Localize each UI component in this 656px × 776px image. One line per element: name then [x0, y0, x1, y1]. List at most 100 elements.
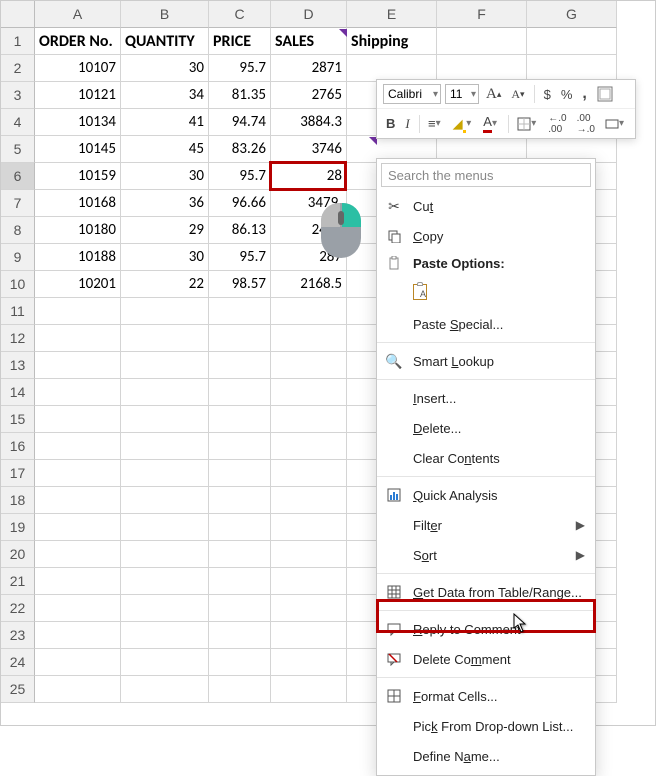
cell-d8[interactable]: 2497 — [271, 217, 347, 244]
cell-empty[interactable] — [35, 433, 121, 460]
cell-empty[interactable] — [209, 352, 271, 379]
font-color-button[interactable]: A▾ — [480, 112, 502, 135]
cell-a1[interactable]: ORDER No. — [35, 28, 121, 55]
cell-c10[interactable]: 98.57 — [209, 271, 271, 298]
cell-a4[interactable]: 10134 — [35, 109, 121, 136]
cell-empty[interactable] — [35, 676, 121, 703]
cell-c5[interactable]: 83.26 — [209, 136, 271, 163]
decrease-font-button[interactable]: A▾ — [508, 85, 527, 104]
cell-empty[interactable] — [35, 541, 121, 568]
row-header-7[interactable]: 7 — [1, 190, 35, 217]
col-header-g[interactable]: G — [527, 1, 617, 28]
cell-empty[interactable] — [121, 460, 209, 487]
get-data-item[interactable]: Get Data from Table/Range... — [377, 577, 595, 607]
cell-b3[interactable]: 34 — [121, 82, 209, 109]
cell-c1[interactable]: PRICE — [209, 28, 271, 55]
row-header-18[interactable]: 18 — [1, 487, 35, 514]
col-header-d[interactable]: D — [271, 1, 347, 28]
row-header-16[interactable]: 16 — [1, 433, 35, 460]
font-name-select[interactable]: Calibri▾ — [383, 84, 441, 104]
cell-d6[interactable]: 28 — [271, 163, 347, 190]
cell-d4[interactable]: 3884.3 — [271, 109, 347, 136]
cell-a3[interactable]: 10121 — [35, 82, 121, 109]
border-button[interactable]: ▾ — [514, 115, 541, 133]
cell-d2[interactable]: 2871 — [271, 55, 347, 82]
cell-empty[interactable] — [209, 514, 271, 541]
cell-b10[interactable]: 22 — [121, 271, 209, 298]
row-header-19[interactable]: 19 — [1, 514, 35, 541]
font-size-select[interactable]: 11▾ — [445, 84, 479, 104]
cell-e1[interactable]: Shipping — [347, 28, 437, 55]
cell-empty[interactable] — [271, 568, 347, 595]
cell-b1[interactable]: QUANTITY — [121, 28, 209, 55]
col-header-c[interactable]: C — [209, 1, 271, 28]
menu-search-input[interactable]: Search the menus — [381, 163, 591, 187]
cell-empty[interactable] — [209, 595, 271, 622]
cell-c6[interactable]: 95.7 — [209, 163, 271, 190]
cell-empty[interactable] — [271, 406, 347, 433]
percent-format-button[interactable]: % — [558, 85, 576, 104]
row-header-1[interactable]: 1 — [1, 28, 35, 55]
cell-empty[interactable] — [209, 325, 271, 352]
cell-empty[interactable] — [271, 514, 347, 541]
cell-empty[interactable] — [121, 514, 209, 541]
cell-empty[interactable] — [35, 352, 121, 379]
cell-empty[interactable] — [271, 352, 347, 379]
cell-a2[interactable]: 10107 — [35, 55, 121, 82]
copy-item[interactable]: Copy — [377, 221, 595, 251]
cell-c7[interactable]: 96.66 — [209, 190, 271, 217]
cell-empty[interactable] — [121, 379, 209, 406]
cell-b9[interactable]: 30 — [121, 244, 209, 271]
cell-empty[interactable] — [121, 352, 209, 379]
cell-empty[interactable] — [271, 433, 347, 460]
select-all-corner[interactable] — [1, 1, 35, 28]
row-header-14[interactable]: 14 — [1, 379, 35, 406]
cell-d9[interactable]: 287 — [271, 244, 347, 271]
row-header-17[interactable]: 17 — [1, 460, 35, 487]
cell-empty[interactable] — [121, 541, 209, 568]
paste-option-keep-source[interactable]: A — [377, 275, 595, 309]
cell-empty[interactable] — [209, 676, 271, 703]
bold-button[interactable]: B — [383, 114, 398, 133]
row-header-8[interactable]: 8 — [1, 217, 35, 244]
cell-empty[interactable] — [35, 325, 121, 352]
col-header-b[interactable]: B — [121, 1, 209, 28]
cell-c4[interactable]: 94.74 — [209, 109, 271, 136]
cell-a9[interactable]: 10188 — [35, 244, 121, 271]
row-header-10[interactable]: 10 — [1, 271, 35, 298]
col-header-e[interactable]: E — [347, 1, 437, 28]
cell-c3[interactable]: 81.35 — [209, 82, 271, 109]
cell-empty[interactable] — [209, 433, 271, 460]
format-painter-button[interactable] — [594, 84, 616, 104]
cell-a8[interactable]: 10180 — [35, 217, 121, 244]
cell-b7[interactable]: 36 — [121, 190, 209, 217]
filter-item[interactable]: Filter▶ — [377, 510, 595, 540]
row-header-4[interactable]: 4 — [1, 109, 35, 136]
delete-comment-item[interactable]: Delete Comment — [377, 644, 595, 674]
row-header-24[interactable]: 24 — [1, 649, 35, 676]
define-name-item[interactable]: Define Name... — [377, 741, 595, 771]
cell-empty[interactable] — [35, 649, 121, 676]
cell-empty[interactable] — [35, 514, 121, 541]
cell-d7[interactable]: 3479. — [271, 190, 347, 217]
italic-button[interactable]: I — [402, 114, 412, 134]
cell-b2[interactable]: 30 — [121, 55, 209, 82]
cell-empty[interactable] — [121, 676, 209, 703]
row-header-20[interactable]: 20 — [1, 541, 35, 568]
cell-empty[interactable] — [121, 568, 209, 595]
cell-empty[interactable] — [209, 460, 271, 487]
cell-empty[interactable] — [121, 649, 209, 676]
increase-decimal-button[interactable]: ←.0.00 — [545, 111, 569, 137]
increase-font-button[interactable]: A▴ — [483, 84, 504, 105]
reply-comment-item[interactable]: Reply to Comment — [377, 614, 595, 644]
cell-g2[interactable] — [527, 55, 617, 82]
comma-format-button[interactable]: , — [579, 83, 589, 105]
cell-empty[interactable] — [35, 568, 121, 595]
col-header-a[interactable]: A — [35, 1, 121, 28]
cell-c9[interactable]: 95.7 — [209, 244, 271, 271]
cell-empty[interactable] — [121, 406, 209, 433]
cell-e2[interactable] — [347, 55, 437, 82]
cell-empty[interactable] — [271, 676, 347, 703]
cell-empty[interactable] — [271, 298, 347, 325]
cell-empty[interactable] — [121, 487, 209, 514]
